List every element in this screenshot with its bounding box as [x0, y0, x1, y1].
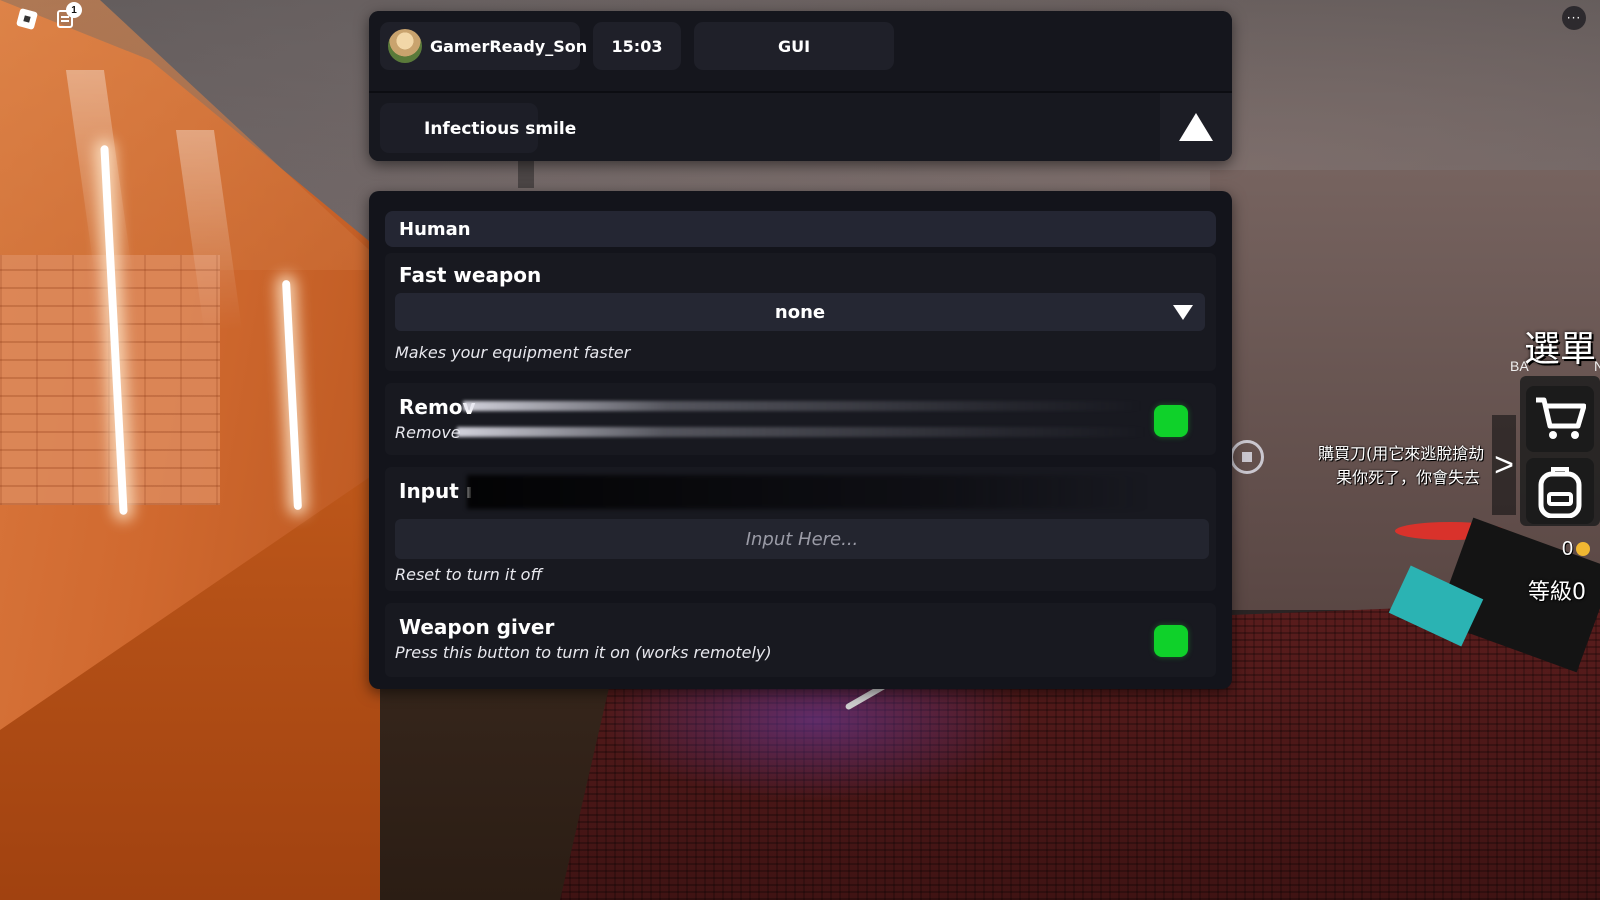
menu-label[interactable]: 選單 — [1524, 320, 1596, 372]
avatar — [388, 29, 422, 63]
dropdown-value: none — [774, 301, 826, 323]
dropdown-triangle-icon — [1173, 305, 1193, 320]
render-artifact — [467, 475, 1147, 509]
render-artifact — [457, 427, 1147, 437]
fast-weapon-item: Fast weapon none Makes your equipment fa… — [385, 253, 1216, 371]
section-header: Human — [385, 211, 1216, 247]
hint-text: 購買刀(用它來逃脫搶劫 果你死了，你會失去 — [1318, 442, 1508, 490]
coin-icon — [1576, 542, 1590, 556]
item-title: Weapon giver — [399, 615, 555, 639]
expand-arrow-button[interactable]: > — [1492, 415, 1516, 515]
backpack-icon — [1538, 467, 1582, 518]
backpack-button[interactable] — [1526, 458, 1594, 524]
item-description: Press this button to turn it on (works r… — [395, 643, 772, 662]
clock-time: 15:03 — [611, 36, 663, 56]
remove-item: Remov Remove — [385, 383, 1216, 455]
render-artifact — [463, 401, 1143, 411]
collapse-triangle-icon — [1179, 113, 1213, 141]
ba-label: BA — [1510, 358, 1529, 374]
gui-main-panel: Human Fast weapon none Makes your equipm… — [369, 191, 1232, 689]
gui-top-panel: GamerReady_Son 15:03 GUI Infectious smil… — [369, 11, 1232, 161]
gui-tab-bar: Infectious smile — [369, 93, 1232, 161]
weapon-giver-toggle[interactable] — [1154, 625, 1188, 657]
chat-badge: 1 — [66, 2, 82, 18]
remove-toggle[interactable] — [1154, 405, 1188, 437]
tab-label: Infectious smile — [424, 119, 577, 139]
item-description: Remove — [395, 423, 461, 442]
collapse-button[interactable] — [1160, 93, 1232, 161]
pillar — [518, 158, 534, 188]
roblox-menu-icon — [15, 7, 39, 31]
cart-icon — [1536, 397, 1586, 439]
hint-line: 購買刀(用它來逃脫搶劫 — [1318, 444, 1485, 463]
roblox-menu-button[interactable] — [14, 6, 40, 32]
robux-icon[interactable] — [1230, 440, 1264, 474]
gui-label: GUI — [777, 36, 811, 56]
input-item: Input ı Reset to turn it off — [385, 467, 1216, 591]
level-label: 等級0 — [1528, 580, 1586, 605]
item-description: Makes your equipment faster — [395, 343, 631, 362]
user-pill: GamerReady_Son — [380, 22, 587, 70]
shop-button[interactable] — [1526, 386, 1594, 452]
n-label: N — [1594, 358, 1600, 374]
item-description: Reset to turn it off — [395, 565, 543, 584]
item-title: Fast weapon — [399, 263, 542, 287]
coin-count: 0 — [1562, 538, 1574, 560]
hint-line: 果你死了，你會失去 — [1336, 468, 1481, 487]
gui-title-pill: GUI — [694, 22, 894, 70]
gui-top-bar: GamerReady_Son 15:03 GUI — [369, 11, 1232, 91]
item-title: Input ı — [399, 479, 473, 503]
text-input[interactable] — [395, 519, 1209, 559]
time-pill: 15:03 — [593, 22, 681, 70]
username: GamerReady_Son — [430, 36, 588, 56]
fast-weapon-dropdown[interactable]: none — [395, 293, 1205, 331]
section-title: Human — [399, 218, 471, 240]
weapon-giver-item: Weapon giver Press this button to turn i… — [385, 603, 1216, 677]
more-icon[interactable]: ··· — [1562, 6, 1586, 30]
